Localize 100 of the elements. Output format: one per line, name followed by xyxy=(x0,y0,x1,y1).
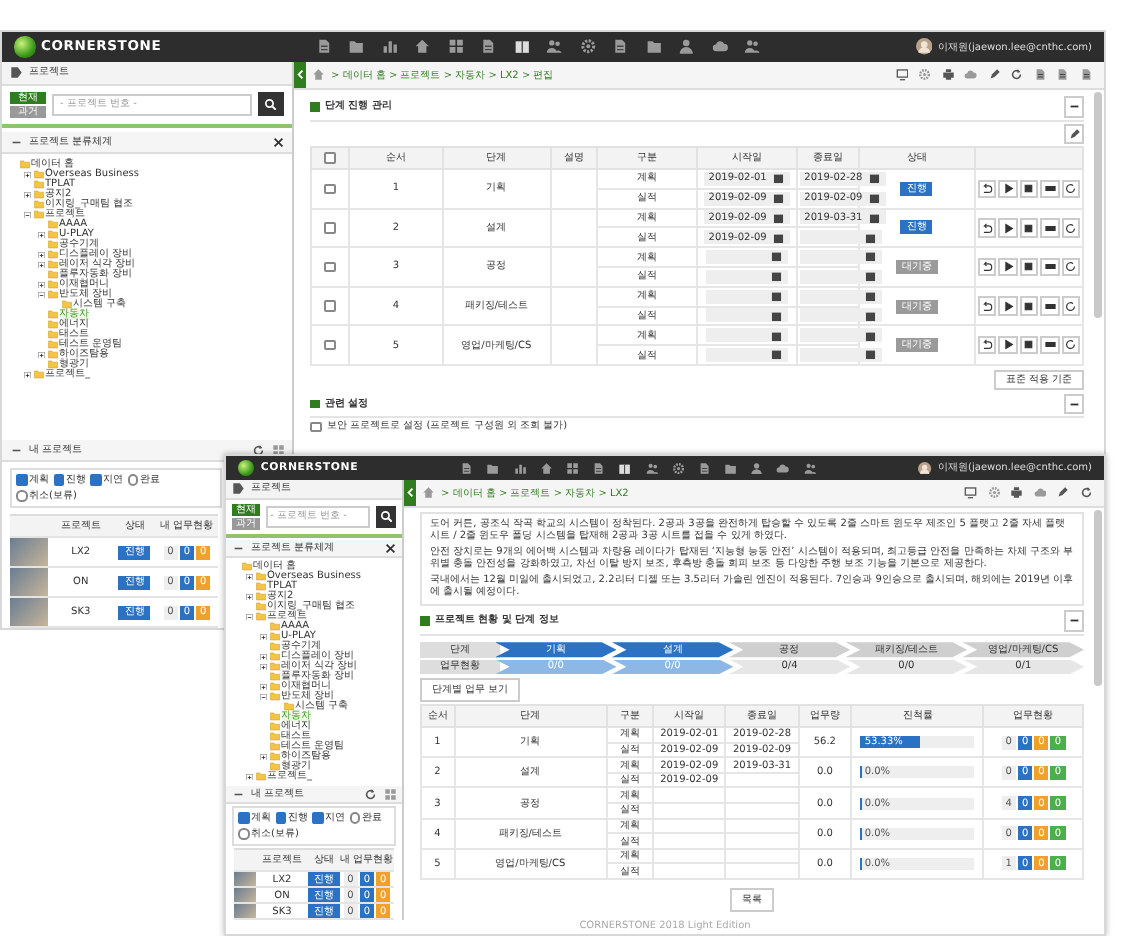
grid-icon[interactable] xyxy=(447,38,465,56)
folder-icon[interactable] xyxy=(486,461,501,475)
expand-icon[interactable] xyxy=(246,573,253,581)
expand-icon[interactable] xyxy=(246,773,253,781)
bar-button[interactable] xyxy=(1040,179,1060,199)
grid-icon[interactable] xyxy=(565,461,580,475)
undo-button[interactable] xyxy=(977,179,997,199)
stop-button[interactable] xyxy=(1019,218,1039,238)
avatar-icon[interactable] xyxy=(918,461,933,475)
refresh-icon[interactable] xyxy=(1010,68,1023,82)
search-button[interactable] xyxy=(376,505,396,527)
people-icon[interactable] xyxy=(546,38,564,56)
refresh-icon[interactable] xyxy=(252,443,265,456)
grid-icon[interactable] xyxy=(383,787,396,800)
folder-icon[interactable] xyxy=(645,38,663,56)
expand-icon[interactable] xyxy=(38,261,45,269)
refresh-icon[interactable] xyxy=(364,787,377,800)
settings-icon[interactable] xyxy=(579,38,597,56)
bar-button[interactable] xyxy=(1040,296,1060,316)
avatar-icon[interactable] xyxy=(915,38,933,56)
expand-icon[interactable] xyxy=(260,683,267,691)
row-checkbox[interactable] xyxy=(324,183,336,195)
undo-button[interactable] xyxy=(977,218,997,238)
sidebar-toggle[interactable] xyxy=(294,62,306,88)
printer-icon[interactable] xyxy=(941,68,954,82)
close-icon[interactable] xyxy=(383,541,396,554)
expand-icon[interactable] xyxy=(38,281,45,289)
refresh-button[interactable] xyxy=(1061,335,1081,355)
expand-icon[interactable] xyxy=(260,753,267,761)
expand-icon[interactable] xyxy=(260,633,267,641)
row-checkbox[interactable] xyxy=(324,339,336,351)
document-icon[interactable] xyxy=(315,38,333,56)
undo-button[interactable] xyxy=(977,335,997,355)
refresh-button[interactable] xyxy=(1061,179,1081,199)
home-icon[interactable] xyxy=(422,486,435,500)
document-icon[interactable] xyxy=(480,38,498,56)
date-field[interactable] xyxy=(800,328,882,343)
person-icon[interactable] xyxy=(678,38,696,56)
scrollbar[interactable] xyxy=(1094,510,1102,686)
collapse-icon[interactable] xyxy=(260,693,267,701)
date-field[interactable] xyxy=(800,269,882,284)
document-icon[interactable] xyxy=(1056,68,1069,82)
row-checkbox[interactable] xyxy=(324,261,336,273)
settings-icon[interactable] xyxy=(918,68,931,82)
expand-icon[interactable] xyxy=(24,191,31,199)
refresh-button[interactable] xyxy=(1061,257,1081,277)
document-icon[interactable] xyxy=(460,461,474,475)
pencil-icon[interactable] xyxy=(987,68,1000,82)
monitor-icon[interactable] xyxy=(964,486,977,500)
folder-icon[interactable] xyxy=(724,461,738,475)
person-icon[interactable] xyxy=(750,461,764,475)
printer-icon[interactable] xyxy=(1010,486,1023,500)
collapse-icon[interactable] xyxy=(38,291,45,299)
row-checkbox[interactable] xyxy=(324,222,336,234)
expand-icon[interactable] xyxy=(246,593,253,601)
home-icon[interactable] xyxy=(539,461,553,475)
pencil-icon[interactable] xyxy=(1056,486,1069,500)
settings-icon[interactable] xyxy=(671,461,685,475)
stop-button[interactable] xyxy=(1019,257,1039,277)
expand-icon[interactable] xyxy=(260,663,267,671)
date-field[interactable] xyxy=(800,348,882,363)
stop-button[interactable] xyxy=(1019,335,1039,355)
row-checkbox[interactable] xyxy=(324,300,336,312)
play-button[interactable] xyxy=(998,218,1018,238)
document-icon[interactable] xyxy=(592,461,606,475)
close-icon[interactable] xyxy=(271,135,284,148)
play-button[interactable] xyxy=(998,179,1018,199)
monitor-icon[interactable] xyxy=(895,68,908,82)
expand-icon[interactable] xyxy=(24,371,31,379)
people-icon[interactable] xyxy=(803,461,817,475)
expand-icon[interactable] xyxy=(260,653,267,661)
bar-button[interactable] xyxy=(1040,218,1060,238)
date-field[interactable] xyxy=(800,308,882,323)
expand-icon[interactable] xyxy=(24,171,31,179)
undo-button[interactable] xyxy=(977,296,997,316)
stop-button[interactable] xyxy=(1019,296,1039,316)
expand-icon[interactable] xyxy=(38,351,45,359)
document-icon[interactable] xyxy=(612,38,630,56)
chart-icon[interactable] xyxy=(513,461,527,475)
folder-icon[interactable] xyxy=(348,38,366,56)
date-field[interactable] xyxy=(800,250,882,265)
refresh-button[interactable] xyxy=(1061,296,1081,316)
home-icon[interactable] xyxy=(414,38,432,56)
people-icon[interactable] xyxy=(645,461,659,475)
refresh-button[interactable] xyxy=(1061,218,1081,238)
scrollbar[interactable] xyxy=(1094,92,1102,319)
play-button[interactable] xyxy=(998,257,1018,277)
play-button[interactable] xyxy=(998,335,1018,355)
play-button[interactable] xyxy=(998,296,1018,316)
settings-icon[interactable] xyxy=(987,486,1000,500)
bar-button[interactable] xyxy=(1040,335,1060,355)
book-icon[interactable] xyxy=(618,461,632,475)
search-button[interactable] xyxy=(258,92,284,116)
grid-icon[interactable] xyxy=(271,443,284,456)
cloud-icon[interactable] xyxy=(776,461,791,475)
document-icon[interactable] xyxy=(1033,68,1046,82)
date-field[interactable] xyxy=(800,289,882,304)
collapse-icon[interactable] xyxy=(246,613,253,621)
cloud-icon[interactable] xyxy=(711,38,729,56)
people-icon[interactable] xyxy=(744,38,762,56)
